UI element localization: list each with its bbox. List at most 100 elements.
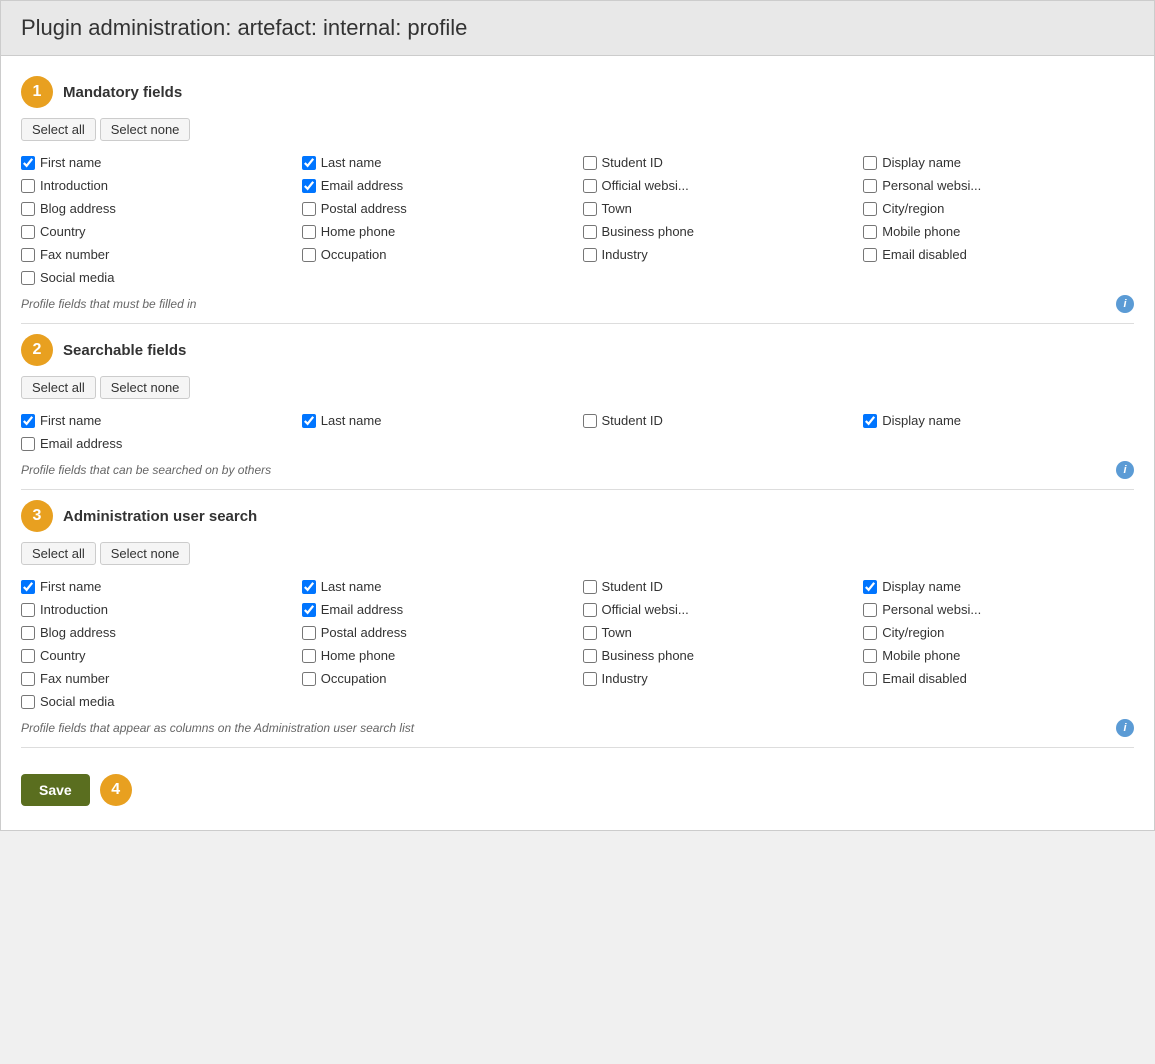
field-checkbox-admin-search-15[interactable] bbox=[863, 649, 877, 663]
field-item-mandatory-8[interactable]: Blog address bbox=[21, 201, 292, 216]
field-item-admin-search-2[interactable]: Student ID bbox=[583, 579, 854, 594]
field-checkbox-mandatory-3[interactable] bbox=[863, 156, 877, 170]
field-item-searchable-0[interactable]: First name bbox=[21, 413, 292, 428]
field-item-admin-search-13[interactable]: Home phone bbox=[302, 648, 573, 663]
field-item-mandatory-14[interactable]: Business phone bbox=[583, 224, 854, 239]
field-checkbox-mandatory-17[interactable] bbox=[302, 248, 316, 262]
field-item-admin-search-16[interactable]: Fax number bbox=[21, 671, 292, 686]
field-item-mandatory-4[interactable]: Introduction bbox=[21, 178, 292, 193]
field-checkbox-mandatory-15[interactable] bbox=[863, 225, 877, 239]
field-checkbox-mandatory-13[interactable] bbox=[302, 225, 316, 239]
field-checkbox-admin-search-13[interactable] bbox=[302, 649, 316, 663]
field-checkbox-mandatory-19[interactable] bbox=[863, 248, 877, 262]
select-none-button-admin-search[interactable]: Select none bbox=[100, 542, 191, 565]
field-checkbox-mandatory-8[interactable] bbox=[21, 202, 35, 216]
field-item-admin-search-20[interactable]: Social media bbox=[21, 694, 292, 709]
field-checkbox-admin-search-3[interactable] bbox=[863, 580, 877, 594]
field-item-mandatory-1[interactable]: Last name bbox=[302, 155, 573, 170]
field-item-searchable-4[interactable]: Email address bbox=[21, 436, 292, 451]
field-item-admin-search-7[interactable]: Personal websi... bbox=[863, 602, 1134, 617]
field-checkbox-admin-search-18[interactable] bbox=[583, 672, 597, 686]
field-checkbox-searchable-1[interactable] bbox=[302, 414, 316, 428]
field-checkbox-admin-search-6[interactable] bbox=[583, 603, 597, 617]
field-item-admin-search-12[interactable]: Country bbox=[21, 648, 292, 663]
field-checkbox-admin-search-2[interactable] bbox=[583, 580, 597, 594]
field-item-admin-search-15[interactable]: Mobile phone bbox=[863, 648, 1134, 663]
field-item-mandatory-17[interactable]: Occupation bbox=[302, 247, 573, 262]
field-checkbox-admin-search-0[interactable] bbox=[21, 580, 35, 594]
field-checkbox-admin-search-8[interactable] bbox=[21, 626, 35, 640]
field-item-mandatory-3[interactable]: Display name bbox=[863, 155, 1134, 170]
field-checkbox-admin-search-19[interactable] bbox=[863, 672, 877, 686]
field-item-searchable-1[interactable]: Last name bbox=[302, 413, 573, 428]
field-item-admin-search-17[interactable]: Occupation bbox=[302, 671, 573, 686]
select-none-button-mandatory[interactable]: Select none bbox=[100, 118, 191, 141]
field-item-mandatory-16[interactable]: Fax number bbox=[21, 247, 292, 262]
field-checkbox-searchable-0[interactable] bbox=[21, 414, 35, 428]
select-all-button-admin-search[interactable]: Select all bbox=[21, 542, 96, 565]
field-checkbox-mandatory-1[interactable] bbox=[302, 156, 316, 170]
field-item-admin-search-8[interactable]: Blog address bbox=[21, 625, 292, 640]
field-item-mandatory-12[interactable]: Country bbox=[21, 224, 292, 239]
field-checkbox-admin-search-10[interactable] bbox=[583, 626, 597, 640]
field-item-searchable-3[interactable]: Display name bbox=[863, 413, 1134, 428]
field-item-mandatory-5[interactable]: Email address bbox=[302, 178, 573, 193]
field-item-mandatory-0[interactable]: First name bbox=[21, 155, 292, 170]
field-checkbox-admin-search-7[interactable] bbox=[863, 603, 877, 617]
save-button[interactable]: Save bbox=[21, 774, 90, 806]
field-checkbox-searchable-3[interactable] bbox=[863, 414, 877, 428]
field-checkbox-mandatory-12[interactable] bbox=[21, 225, 35, 239]
field-item-mandatory-15[interactable]: Mobile phone bbox=[863, 224, 1134, 239]
field-checkbox-mandatory-0[interactable] bbox=[21, 156, 35, 170]
field-checkbox-admin-search-4[interactable] bbox=[21, 603, 35, 617]
field-item-mandatory-9[interactable]: Postal address bbox=[302, 201, 573, 216]
field-item-admin-search-6[interactable]: Official websi... bbox=[583, 602, 854, 617]
field-item-searchable-2[interactable]: Student ID bbox=[583, 413, 854, 428]
field-item-mandatory-6[interactable]: Official websi... bbox=[583, 178, 854, 193]
field-checkbox-searchable-2[interactable] bbox=[583, 414, 597, 428]
field-item-mandatory-18[interactable]: Industry bbox=[583, 247, 854, 262]
field-checkbox-mandatory-18[interactable] bbox=[583, 248, 597, 262]
field-checkbox-mandatory-7[interactable] bbox=[863, 179, 877, 193]
field-checkbox-mandatory-16[interactable] bbox=[21, 248, 35, 262]
field-checkbox-mandatory-6[interactable] bbox=[583, 179, 597, 193]
field-item-admin-search-9[interactable]: Postal address bbox=[302, 625, 573, 640]
field-checkbox-mandatory-5[interactable] bbox=[302, 179, 316, 193]
field-item-mandatory-10[interactable]: Town bbox=[583, 201, 854, 216]
field-item-mandatory-19[interactable]: Email disabled bbox=[863, 247, 1134, 262]
select-none-button-searchable[interactable]: Select none bbox=[100, 376, 191, 399]
select-all-button-mandatory[interactable]: Select all bbox=[21, 118, 96, 141]
field-item-admin-search-3[interactable]: Display name bbox=[863, 579, 1134, 594]
field-item-admin-search-18[interactable]: Industry bbox=[583, 671, 854, 686]
field-checkbox-mandatory-4[interactable] bbox=[21, 179, 35, 193]
info-icon-admin-search[interactable]: i bbox=[1116, 719, 1134, 737]
field-checkbox-admin-search-5[interactable] bbox=[302, 603, 316, 617]
field-checkbox-searchable-4[interactable] bbox=[21, 437, 35, 451]
field-item-mandatory-7[interactable]: Personal websi... bbox=[863, 178, 1134, 193]
field-item-admin-search-14[interactable]: Business phone bbox=[583, 648, 854, 663]
field-checkbox-admin-search-1[interactable] bbox=[302, 580, 316, 594]
field-checkbox-mandatory-20[interactable] bbox=[21, 271, 35, 285]
field-checkbox-mandatory-2[interactable] bbox=[583, 156, 597, 170]
field-checkbox-admin-search-9[interactable] bbox=[302, 626, 316, 640]
field-checkbox-admin-search-12[interactable] bbox=[21, 649, 35, 663]
field-checkbox-mandatory-9[interactable] bbox=[302, 202, 316, 216]
field-item-admin-search-4[interactable]: Introduction bbox=[21, 602, 292, 617]
field-checkbox-mandatory-11[interactable] bbox=[863, 202, 877, 216]
field-item-mandatory-2[interactable]: Student ID bbox=[583, 155, 854, 170]
field-item-mandatory-11[interactable]: City/region bbox=[863, 201, 1134, 216]
field-item-mandatory-13[interactable]: Home phone bbox=[302, 224, 573, 239]
field-item-admin-search-5[interactable]: Email address bbox=[302, 602, 573, 617]
select-all-button-searchable[interactable]: Select all bbox=[21, 376, 96, 399]
field-checkbox-admin-search-17[interactable] bbox=[302, 672, 316, 686]
field-checkbox-admin-search-14[interactable] bbox=[583, 649, 597, 663]
field-checkbox-mandatory-10[interactable] bbox=[583, 202, 597, 216]
field-item-admin-search-11[interactable]: City/region bbox=[863, 625, 1134, 640]
field-item-admin-search-19[interactable]: Email disabled bbox=[863, 671, 1134, 686]
field-checkbox-mandatory-14[interactable] bbox=[583, 225, 597, 239]
field-item-admin-search-10[interactable]: Town bbox=[583, 625, 854, 640]
info-icon-mandatory[interactable]: i bbox=[1116, 295, 1134, 313]
field-item-admin-search-1[interactable]: Last name bbox=[302, 579, 573, 594]
field-checkbox-admin-search-16[interactable] bbox=[21, 672, 35, 686]
field-checkbox-admin-search-20[interactable] bbox=[21, 695, 35, 709]
